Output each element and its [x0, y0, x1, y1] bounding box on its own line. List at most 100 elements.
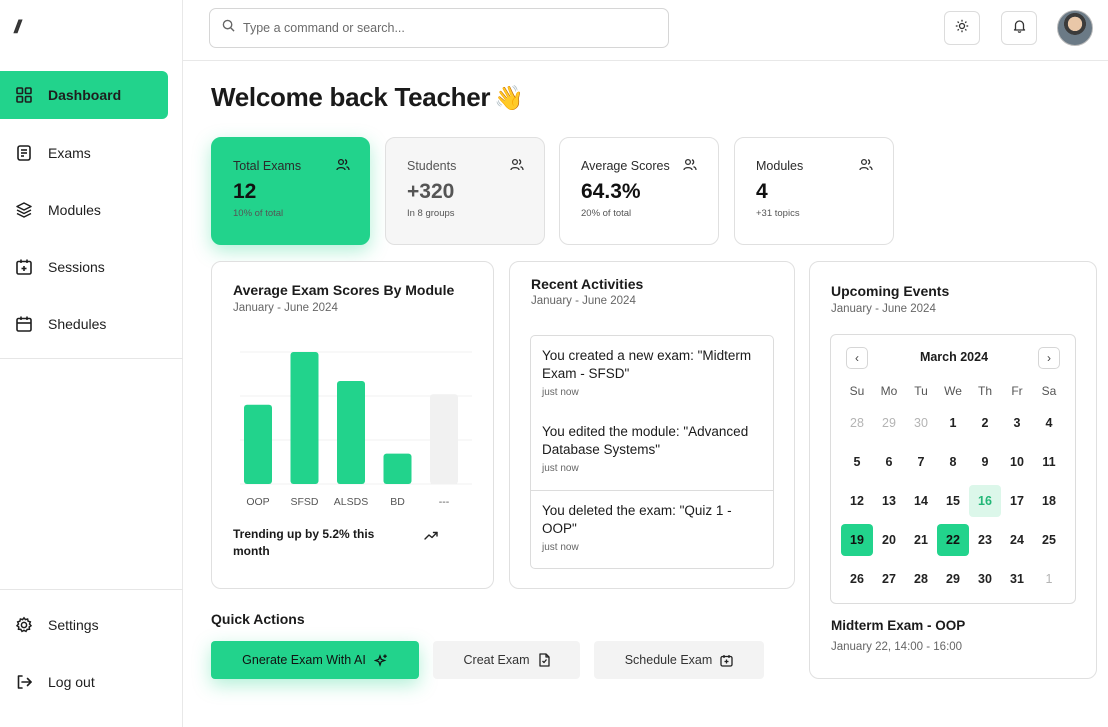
- event-title: Midterm Exam - OOP: [831, 618, 966, 633]
- sidebar: // Dashboard Exams Modules Sessions Shed…: [0, 0, 183, 727]
- calendar-day[interactable]: 26: [841, 559, 873, 598]
- calendar-plus-icon: [14, 257, 34, 277]
- calendar-day-number: 29: [882, 415, 896, 430]
- calendar-day[interactable]: 31: [1001, 559, 1033, 598]
- calendar-day[interactable]: 20: [873, 520, 905, 559]
- generate-exam-ai-button[interactable]: Gnerate Exam With AI: [211, 641, 419, 679]
- sidebar-item-dashboard[interactable]: Dashboard: [0, 71, 168, 119]
- calendar-day-selected[interactable]: 22: [937, 520, 969, 559]
- chart-bar[interactable]: [244, 404, 272, 484]
- calendar-day-number: 26: [850, 571, 864, 586]
- calendar-day[interactable]: 28: [841, 403, 873, 442]
- sidebar-divider: [0, 358, 183, 359]
- calendar-day[interactable]: 4: [1033, 403, 1065, 442]
- calendar-day[interactable]: 24: [1001, 520, 1033, 559]
- sidebar-item-exams[interactable]: Exams: [0, 129, 168, 177]
- event-time: January 22, 14:00 - 16:00: [831, 641, 963, 653]
- calendar-day[interactable]: 1: [937, 403, 969, 442]
- weekday-label: Th: [977, 384, 992, 398]
- create-exam-button[interactable]: Creat Exam: [433, 641, 580, 679]
- calendar-day[interactable]: 30: [969, 559, 1001, 598]
- calendar-day[interactable]: 6: [873, 442, 905, 481]
- users-icon: [510, 158, 524, 176]
- stat-card-modules[interactable]: Modules 4 +31 topics: [734, 137, 894, 245]
- calendar-day[interactable]: 13: [873, 481, 905, 520]
- sidebar-item-shedules[interactable]: Shedules: [0, 300, 168, 348]
- stat-card-students[interactable]: Students +320 In 8 groups: [385, 137, 545, 245]
- calendar-day[interactable]: 27: [873, 559, 905, 598]
- sidebar-item-label: Sessions: [48, 259, 105, 275]
- calendar-day-number: 9: [981, 454, 989, 469]
- sidebar-item-settings[interactable]: Settings: [0, 601, 168, 649]
- chart-bar[interactable]: [290, 352, 319, 484]
- card-subtitle: January - June 2024: [531, 295, 636, 307]
- calendar-day[interactable]: 1: [1033, 559, 1065, 598]
- calendar-day-number: 28: [850, 415, 864, 430]
- chart-bar[interactable]: [337, 381, 365, 484]
- calendar-day[interactable]: 28: [905, 559, 937, 598]
- calendar-day-number: 16: [969, 484, 1001, 517]
- calendar-day[interactable]: 15: [937, 481, 969, 520]
- activity-time: just now: [542, 387, 579, 398]
- stat-sub: In 8 groups: [407, 208, 455, 219]
- stat-sub: +31 topics: [756, 208, 800, 219]
- calendar-day[interactable]: 30: [905, 403, 937, 442]
- calendar-day[interactable]: 18: [1033, 481, 1065, 520]
- calendar-icon: [14, 314, 34, 334]
- calendar-day-today[interactable]: 16: [969, 481, 1001, 520]
- calendar-day[interactable]: 8: [937, 442, 969, 481]
- activity-item[interactable]: You deleted the exam: "Quiz 1 - OOP" jus…: [530, 490, 774, 569]
- calendar-day[interactable]: 12: [841, 481, 873, 520]
- calendar: ‹ March 2024 › Su Mo Tu We Th Fr Sa 28 29 30 1 2 3 4 5…: [830, 334, 1076, 604]
- search-input[interactable]: [243, 21, 643, 35]
- calendar-day[interactable]: 11: [1033, 442, 1065, 481]
- sidebar-item-sessions[interactable]: Sessions: [0, 243, 168, 291]
- schedule-exam-button[interactable]: Schedule Exam: [594, 641, 764, 679]
- next-month-button[interactable]: ›: [1038, 347, 1060, 369]
- notifications-button[interactable]: [1001, 11, 1037, 45]
- calendar-day[interactable]: 29: [873, 403, 905, 442]
- stat-value: 12: [233, 180, 257, 203]
- theme-toggle-button[interactable]: [944, 11, 980, 45]
- calendar-day[interactable]: 29: [937, 559, 969, 598]
- calendar-day-number: 24: [1010, 532, 1024, 547]
- chart-bar[interactable]: [430, 394, 458, 484]
- calendar-day-number: 21: [914, 532, 928, 547]
- calendar-day-number: 7: [917, 454, 925, 469]
- calendar-day[interactable]: 7: [905, 442, 937, 481]
- calendar-day[interactable]: 10: [1001, 442, 1033, 481]
- calendar-day[interactable]: 2: [969, 403, 1001, 442]
- calendar-day[interactable]: 25: [1033, 520, 1065, 559]
- stat-card-total-exams[interactable]: Total Exams 12 10% of total: [211, 137, 370, 245]
- sidebar-item-label: Exams: [48, 145, 91, 161]
- chart-category-label: BD: [390, 496, 405, 508]
- avatar[interactable]: [1057, 10, 1093, 46]
- calendar-day-number: 1: [1045, 571, 1053, 586]
- bell-icon: [1013, 19, 1026, 38]
- chart-category-label: ALSDS: [334, 496, 368, 508]
- sidebar-item-label: Log out: [48, 674, 95, 690]
- scores-card: Average Exam Scores By Module January - …: [211, 261, 494, 589]
- calendar-day[interactable]: 21: [905, 520, 937, 559]
- stat-label: Average Scores: [581, 159, 670, 173]
- weekday-label: Mo: [880, 384, 898, 398]
- activity-item[interactable]: You created a new exam: "Midterm Exam - …: [530, 335, 774, 413]
- search-box[interactable]: [209, 8, 669, 48]
- welcome-text: Welcome back Teacher: [211, 82, 491, 112]
- calendar-day[interactable]: 17: [1001, 481, 1033, 520]
- calendar-day[interactable]: 23: [969, 520, 1001, 559]
- calendar-day[interactable]: 9: [969, 442, 1001, 481]
- calendar-day[interactable]: 3: [1001, 403, 1033, 442]
- calendar-day[interactable]: 5: [841, 442, 873, 481]
- calendar-day-number: 14: [914, 493, 928, 508]
- sidebar-item-logout[interactable]: Log out: [0, 658, 168, 706]
- sidebar-item-label: Settings: [48, 617, 99, 633]
- sparkle-icon: [373, 653, 388, 667]
- activity-item[interactable]: You edited the module: "Advanced Databas…: [530, 412, 774, 491]
- calendar-plus-icon: [720, 654, 733, 667]
- chart-bar[interactable]: [383, 453, 412, 484]
- sidebar-item-modules[interactable]: Modules: [0, 186, 168, 234]
- calendar-day[interactable]: 14: [905, 481, 937, 520]
- calendar-day-selected[interactable]: 19: [841, 520, 873, 559]
- stat-card-average-scores[interactable]: Average Scores 64.3% 20% of total: [559, 137, 719, 245]
